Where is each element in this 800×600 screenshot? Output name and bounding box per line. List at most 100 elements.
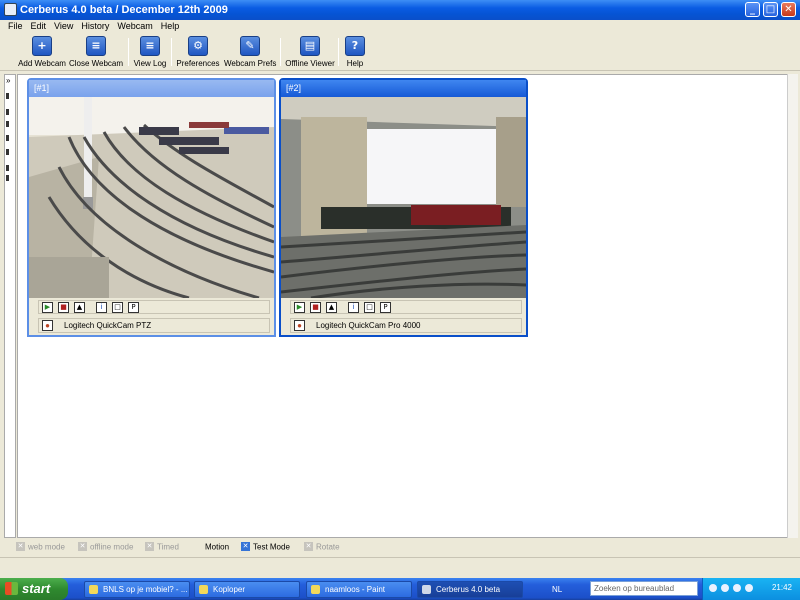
- view-log-button[interactable]: ≡ View Log: [132, 36, 168, 70]
- maximize-button[interactable]: □: [763, 2, 778, 17]
- app-icon: [422, 585, 431, 594]
- offline-mode-checkbox[interactable]: ✕ offline mode: [78, 542, 133, 552]
- panel-marker: [6, 135, 9, 141]
- menu-edit[interactable]: Edit: [27, 20, 51, 33]
- language-indicator[interactable]: NL: [547, 581, 585, 598]
- webcam-device-row: ● Logitech QuickCam PTZ: [38, 318, 270, 333]
- properties-icon[interactable]: □: [112, 302, 123, 313]
- mode-options-bar: ✕ web mode ✕ offline mode ✕ Timed Motion ✕ T…: [0, 539, 800, 555]
- settings-icon[interactable]: P: [380, 302, 391, 313]
- motion-option[interactable]: Motion: [205, 542, 229, 551]
- toolbar-separator: [171, 38, 172, 66]
- app-icon: [199, 585, 208, 594]
- app-icon: [4, 3, 17, 16]
- browser-icon: [89, 585, 98, 594]
- panel-marker: [6, 149, 9, 155]
- help-button[interactable]: ? Help: [343, 36, 367, 70]
- help-icon: ?: [345, 36, 365, 56]
- close-window-button[interactable]: ✕: [781, 2, 796, 17]
- webcam-panel-title: [#1]: [29, 80, 274, 97]
- volume-icon[interactable]: [733, 584, 741, 592]
- taskbar-item-koploper[interactable]: Koploper: [194, 581, 300, 598]
- play-icon[interactable]: ▶: [42, 302, 53, 313]
- desktop-search-input[interactable]: Zoeken op bureaublad: [590, 581, 698, 596]
- webcam-prefs-button[interactable]: ✎ Webcam Prefs: [224, 36, 276, 70]
- menu-view[interactable]: View: [50, 20, 77, 33]
- add-webcam-button[interactable]: + Add Webcam: [14, 36, 70, 70]
- tray-icon[interactable]: [709, 584, 717, 592]
- checkbox-icon: ✕: [304, 542, 313, 552]
- taskbar-item-bnls[interactable]: BNLS op je mobiel? - ...: [84, 581, 190, 598]
- info-icon[interactable]: i: [96, 302, 107, 313]
- wrench-icon: ✎: [240, 36, 260, 56]
- webcam-panel-title: [#2]: [281, 80, 526, 97]
- toolbar: + Add Webcam ≡ Close Webcam ≡ View Log ⚙…: [0, 33, 800, 71]
- paint-icon: [311, 585, 320, 594]
- taskbar-item-cerberus[interactable]: Cerberus 4.0 beta: [417, 581, 523, 598]
- webcam-device-row: ● Logitech QuickCam Pro 4000: [290, 318, 522, 333]
- expand-arrow-icon[interactable]: »: [6, 76, 10, 85]
- info-icon[interactable]: i: [348, 302, 359, 313]
- checkbox-icon: ✕: [78, 542, 87, 552]
- start-button[interactable]: start: [0, 578, 68, 600]
- close-webcam-button[interactable]: ≡ Close Webcam: [68, 36, 124, 70]
- webcam-device-icon[interactable]: ●: [42, 320, 53, 331]
- menu-help[interactable]: Help: [157, 20, 184, 33]
- preferences-button[interactable]: ⚙ Preferences: [176, 36, 220, 70]
- panel-marker: [6, 175, 9, 181]
- panel-marker: [6, 93, 9, 99]
- offline-viewer-button[interactable]: ▤ Offline Viewer: [285, 36, 335, 70]
- panel-marker: [6, 165, 9, 171]
- timed-checkbox[interactable]: ✕ Timed: [145, 542, 179, 552]
- log-icon: ≡: [140, 36, 160, 56]
- web-mode-checkbox[interactable]: ✕ web mode: [16, 542, 65, 552]
- network-icon[interactable]: [745, 584, 753, 592]
- menu-webcam[interactable]: Webcam: [113, 20, 156, 33]
- system-tray: 21:42: [702, 578, 800, 600]
- toolbar-separator: [280, 38, 281, 66]
- window-title: Cerberus 4.0 beta / December 12th 2009: [20, 4, 228, 16]
- rotate-checkbox[interactable]: ✕ Rotate: [304, 542, 340, 552]
- taskbar-item-paint[interactable]: naamloos - Paint: [306, 581, 412, 598]
- properties-icon[interactable]: □: [364, 302, 375, 313]
- snapshot-icon[interactable]: ▲: [326, 302, 337, 313]
- webcam-feed-image: [29, 97, 274, 298]
- close-webcam-icon: ≡: [86, 36, 106, 56]
- settings-icon[interactable]: P: [128, 302, 139, 313]
- taskbar: start BNLS op je mobiel? - ... Koploper …: [0, 578, 800, 600]
- toolbar-separator: [128, 38, 129, 66]
- webcam-device-name: Logitech QuickCam Pro 4000: [316, 321, 421, 330]
- window-titlebar[interactable]: Cerberus 4.0 beta / December 12th 2009 _…: [0, 0, 800, 20]
- stop-icon[interactable]: ■: [58, 302, 69, 313]
- stop-icon[interactable]: ■: [310, 302, 321, 313]
- gear-icon: ⚙: [188, 36, 208, 56]
- webcam-device-name: Logitech QuickCam PTZ: [64, 321, 152, 330]
- webcam-feed-image: [281, 97, 526, 298]
- film-icon: ▤: [300, 36, 320, 56]
- playback-controls: ▶ ■ ▲ i □ P: [38, 300, 270, 314]
- panel-marker: [6, 109, 9, 115]
- tray-icon[interactable]: [721, 584, 729, 592]
- webcam-panel-1[interactable]: [#1] ▶ ■ ▲ i □ P ● Logitech QuickCam PTZ: [27, 78, 276, 337]
- menu-file[interactable]: File: [4, 20, 27, 33]
- checkbox-icon: ✕: [241, 542, 250, 552]
- checkbox-icon: ✕: [16, 542, 25, 552]
- vertical-scrollbar[interactable]: [787, 74, 798, 538]
- snapshot-icon[interactable]: ▲: [74, 302, 85, 313]
- side-panel-collapsed[interactable]: »: [4, 74, 16, 538]
- panel-marker: [6, 121, 9, 127]
- checkbox-icon: ✕: [145, 542, 154, 552]
- clock: 21:42: [771, 583, 792, 592]
- toolbar-separator: [338, 38, 339, 66]
- windows-flag-icon: [5, 582, 18, 595]
- status-bar: [0, 557, 800, 575]
- playback-controls: ▶ ■ ▲ i □ P: [290, 300, 522, 314]
- menu-bar: File Edit View History Webcam Help: [0, 20, 800, 33]
- webcam-device-icon[interactable]: ●: [294, 320, 305, 331]
- minimize-button[interactable]: _: [745, 2, 760, 17]
- add-webcam-icon: +: [32, 36, 52, 56]
- menu-history[interactable]: History: [77, 20, 113, 33]
- play-icon[interactable]: ▶: [294, 302, 305, 313]
- test-mode-checkbox[interactable]: ✕ Test Mode: [241, 542, 290, 552]
- webcam-panel-2[interactable]: [#2] ▶ ■ ▲ i □ P ● Logitech QuickCam Pro…: [279, 78, 528, 337]
